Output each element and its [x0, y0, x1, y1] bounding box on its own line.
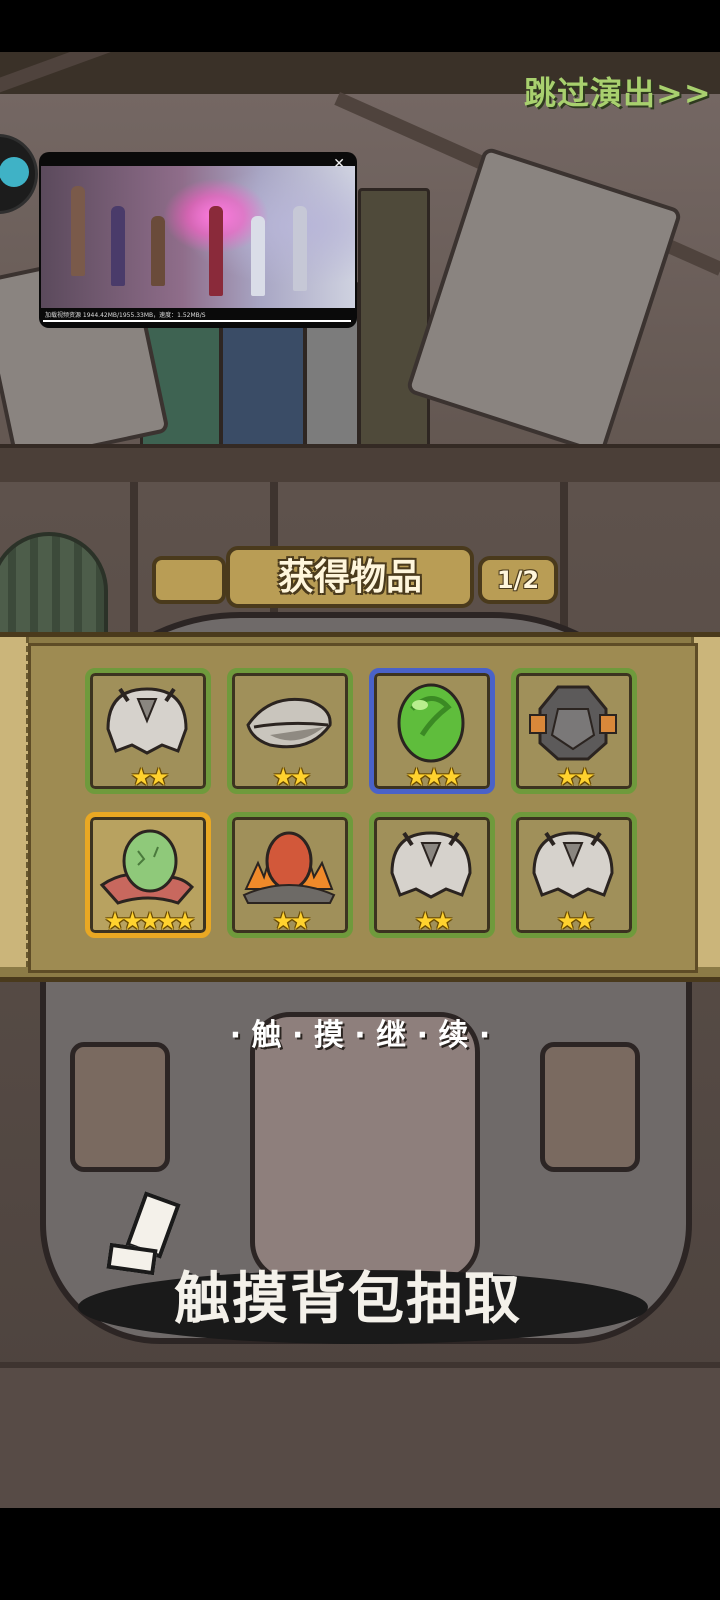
- character-figure: [71, 186, 85, 276]
- header-ornament: [152, 556, 226, 604]
- close-icon[interactable]: ✕: [333, 156, 345, 172]
- dino-icon: [0, 157, 29, 187]
- page-indicator: 1/2: [478, 556, 558, 604]
- floor: [0, 1362, 720, 1508]
- touch-to-continue[interactable]: · 触 · 摸 · 继 · 续 ·: [0, 1010, 720, 1054]
- book: [358, 188, 430, 448]
- stone-helmet-icon: [529, 685, 617, 761]
- draw-prompt-label: 触摸背包抽取: [174, 1267, 522, 1332]
- character-figure: [151, 216, 165, 286]
- rarity-stars: ★★: [556, 763, 595, 791]
- rarity-stars: ★★★★★: [104, 907, 196, 935]
- gray-fur-hood-icon: [106, 687, 188, 755]
- rarity-stars: ★★: [272, 907, 311, 935]
- character-figure: [209, 206, 223, 296]
- reward-slot[interactable]: ★★: [369, 812, 495, 938]
- shelf: [0, 444, 720, 486]
- rewards-panel: ★★ ★★ ★★★ ★★ ★★★★★ ★★ ★★ ★★: [0, 632, 720, 982]
- reward-slot[interactable]: ★★: [227, 668, 353, 794]
- rarity-stars: ★★: [414, 907, 453, 935]
- reward-slot[interactable]: ★★: [227, 812, 353, 938]
- rarity-stars: ★★: [272, 763, 311, 791]
- backpack-strap: [540, 1042, 640, 1172]
- video-overlay[interactable]: ✕ 加载视频资源 1944.42MB/1955.33MB，速度：1.52MB/S: [39, 152, 357, 328]
- rewards-grid: ★★ ★★ ★★★ ★★ ★★★★★ ★★ ★★ ★★: [28, 643, 698, 973]
- gray-leaf-seed-icon: [246, 697, 332, 749]
- rarity-stars: ★★: [556, 907, 595, 935]
- video-download-info: 加载视频资源 1944.42MB/1955.33MB，速度：1.52MB/S: [45, 312, 206, 319]
- skip-animation-button[interactable]: 跳过演出>>: [524, 68, 712, 114]
- rarity-stars: ★★: [130, 763, 169, 791]
- reward-slot[interactable]: ★★: [511, 812, 637, 938]
- reward-slot[interactable]: ★★: [511, 668, 637, 794]
- reward-slot[interactable]: ★★★★★: [85, 812, 211, 938]
- draw-from-backpack-button[interactable]: 触摸背包抽取: [78, 1191, 648, 1344]
- green-egg-on-scarf-icon: [99, 829, 195, 905]
- reward-slot[interactable]: ★★★: [369, 668, 495, 794]
- gray-fur-hood-icon: [532, 831, 614, 899]
- gray-fur-hood-icon: [390, 831, 472, 899]
- character-figure: [293, 206, 307, 291]
- panel-edge-left: [0, 637, 29, 967]
- fire-egg-on-coals-icon: [242, 831, 336, 904]
- video-progress-bar: [43, 320, 351, 322]
- game-screen[interactable]: 跳过演出>> ✕ 加载视频资源 1944.42MB/1955.33MB，速度：1…: [0, 0, 720, 1600]
- green-egg-icon: [397, 683, 465, 763]
- rewards-title: 获得物品: [226, 546, 474, 608]
- character-figure: [251, 216, 265, 296]
- video-preview: [41, 166, 355, 308]
- backpack-strap: [70, 1042, 170, 1172]
- character-figure: [111, 206, 125, 286]
- banner-accent-mark: [106, 1242, 158, 1276]
- reward-slot[interactable]: ★★: [85, 668, 211, 794]
- rarity-stars: ★★★: [405, 763, 463, 791]
